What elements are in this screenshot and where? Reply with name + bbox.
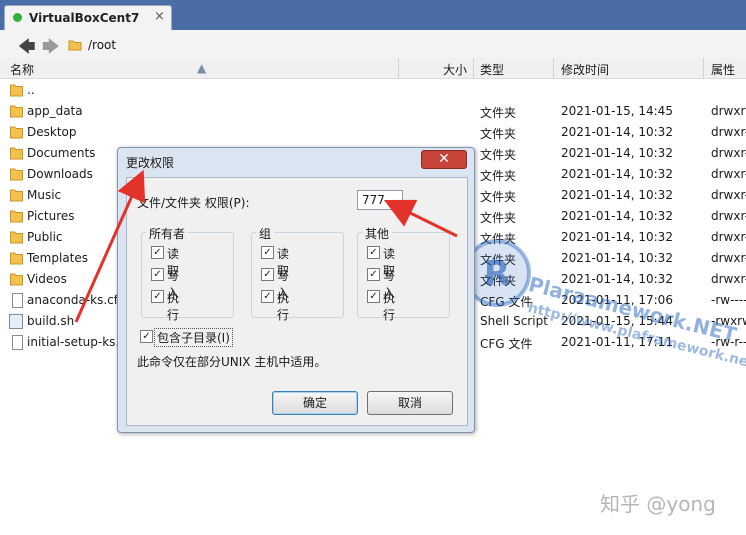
annotation-arrows (74, 169, 458, 323)
annotation-arrow-to-title (74, 169, 146, 323)
annotation-arrow-to-value (383, 199, 458, 238)
